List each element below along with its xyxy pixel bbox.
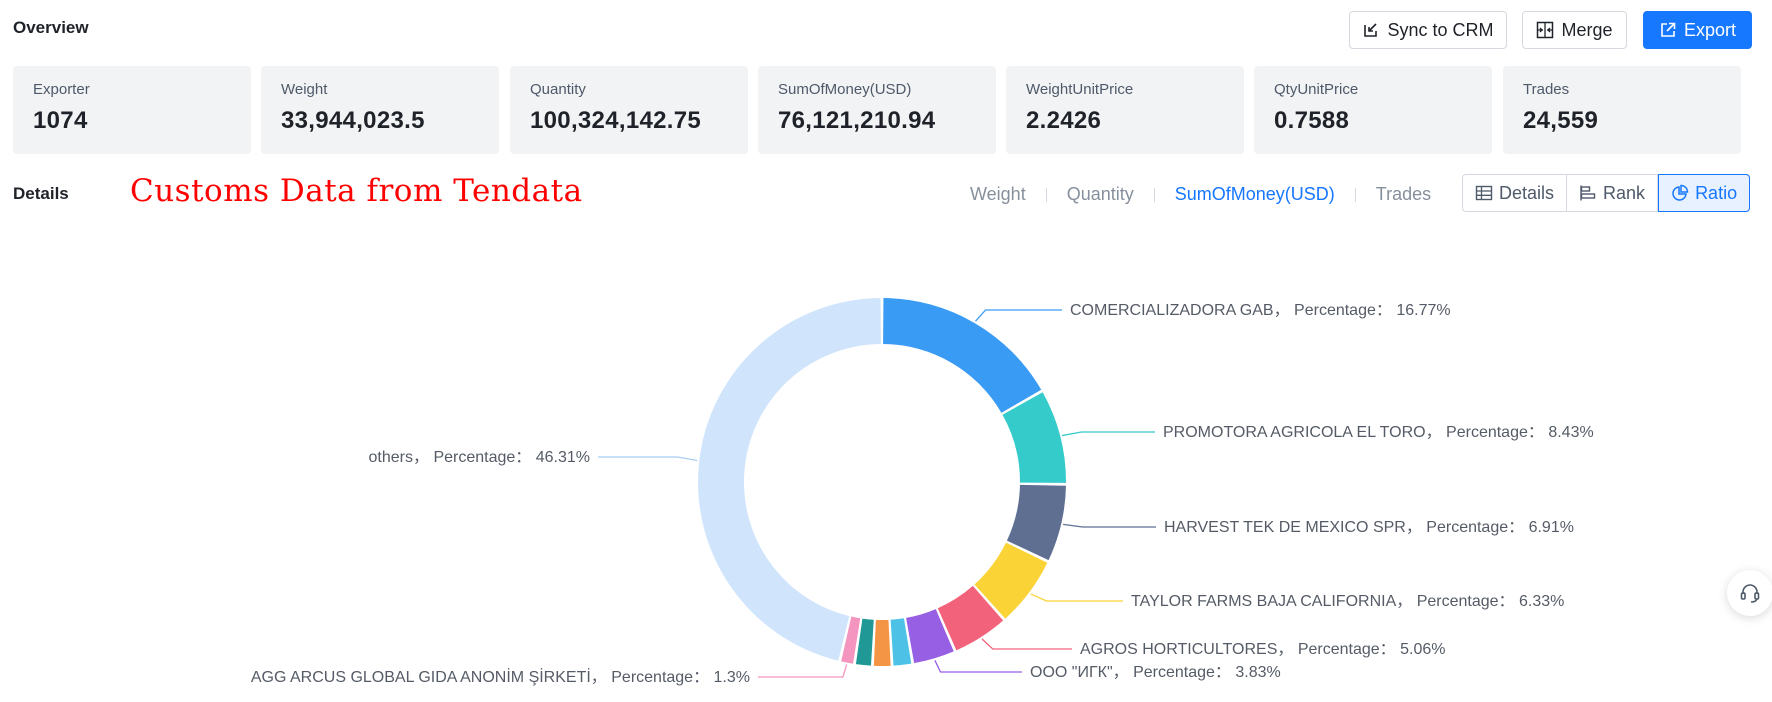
merge-label: Merge (1561, 19, 1613, 40)
label-leader-line (1061, 431, 1155, 437)
slice-label: TAYLOR FARMS BAJA CALIFORNIA， Percentage… (1131, 593, 1564, 610)
view-switcher: Details Rank Ratio (1462, 174, 1751, 212)
stat-value: 76,121,210.94 (778, 107, 936, 134)
view-rank-label: Rank (1603, 182, 1646, 203)
tab-divider (1153, 187, 1155, 202)
tab-sum-of-money[interactable]: SumOfMoney(USD) (1175, 184, 1335, 205)
stat-value: 2.2426 (1026, 107, 1102, 134)
tab-divider (1045, 187, 1047, 202)
stat-value: 33,944,023.5 (281, 107, 425, 134)
stat-card-weight: Weight 33,944,023.5 (261, 66, 499, 154)
sync-to-crm-button[interactable]: Sync to CRM (1349, 11, 1507, 49)
merge-button[interactable]: Merge (1522, 11, 1627, 49)
stat-card-sum-of-money: SumOfMoney(USD) 76,121,210.94 (758, 66, 996, 154)
slice-label: AGG ARCUS GLOBAL GIDA ANONİM ŞİRKETİ， Pe… (251, 667, 750, 686)
overview-header: Overview Sync to CRM Merge Export (0, 0, 1772, 60)
label-leader-line (1030, 593, 1123, 602)
label-leader-line (598, 456, 698, 462)
metric-tabs: Weight Quantity SumOfMoney(USD) Trades (970, 184, 1431, 205)
stat-value: 24,559 (1523, 107, 1599, 134)
export-icon (1661, 22, 1676, 37)
customer-support-button[interactable] (1727, 570, 1772, 616)
summary-cards: Exporter 1074 Weight 33,944,023.5 Quanti… (13, 66, 1762, 154)
details-toolbar: Details Customs Data from Tendata Weight… (0, 170, 1772, 216)
tab-trades[interactable]: Trades (1376, 184, 1431, 205)
donut-slice[interactable] (873, 619, 891, 666)
sync-to-crm-label: Sync to CRM (1387, 19, 1494, 40)
headset-icon (1740, 584, 1760, 603)
stat-label: Quantity (530, 81, 586, 98)
label-leader-line (934, 660, 1022, 673)
stat-card-quantity: Quantity 100,324,142.75 (510, 66, 748, 154)
label-leader-line (1063, 523, 1156, 528)
label-leader-line (981, 638, 1072, 650)
stat-value: 1074 (33, 107, 88, 134)
tab-weight[interactable]: Weight (970, 184, 1026, 205)
donut-slice[interactable] (883, 298, 1042, 413)
label-leader-line (758, 664, 848, 678)
tab-divider (1354, 187, 1356, 202)
tab-quantity[interactable]: Quantity (1067, 184, 1134, 205)
slice-label: ООО "ИГК"， Percentage： 3.83% (1030, 664, 1281, 681)
slice-label: AGROS HORTICULTORES， Percentage： 5.06% (1080, 641, 1445, 658)
stat-label: Trades (1523, 81, 1570, 98)
stat-card-weight-unit-price: WeightUnitPrice 2.2426 (1006, 66, 1244, 154)
view-rank-button[interactable]: Rank (1567, 175, 1659, 211)
view-ratio-label: Ratio (1695, 182, 1738, 203)
stat-card-qty-unit-price: QtyUnitPrice 0.7588 (1254, 66, 1492, 154)
export-label: Export (1683, 19, 1737, 40)
stat-card-exporter: Exporter 1074 (13, 66, 251, 154)
view-ratio-button[interactable]: Ratio (1658, 174, 1751, 212)
table-icon (1475, 185, 1493, 201)
sync-icon (1364, 23, 1378, 37)
view-details-button[interactable]: Details (1463, 175, 1568, 211)
stat-value: 0.7588 (1274, 107, 1350, 134)
view-details-label: Details (1499, 182, 1555, 203)
pie-chart-icon (1672, 184, 1689, 201)
page-title: Overview (13, 18, 89, 37)
watermark-text: Customs Data from Tendata (130, 173, 583, 209)
details-title: Details (13, 184, 69, 203)
slice-label: COMERCIALIZADORA GAB， Percentage： 16.77% (1070, 302, 1451, 319)
slice-label: HARVEST TEK DE MEXICO SPR， Percentage： 6… (1164, 519, 1574, 536)
rank-bars-icon (1580, 185, 1596, 201)
export-button[interactable]: Export (1643, 11, 1752, 49)
stat-label: WeightUnitPrice (1026, 81, 1134, 98)
label-leader-line (975, 309, 1062, 322)
stat-value: 100,324,142.75 (530, 107, 702, 134)
stat-label: SumOfMoney(USD) (778, 81, 912, 98)
stat-label: QtyUnitPrice (1274, 81, 1359, 98)
slice-label: PROMOTORA AGRICOLA EL TORO， Percentage： … (1163, 424, 1594, 441)
merge-icon (1537, 21, 1554, 39)
stat-card-trades: Trades 24,559 (1503, 66, 1741, 154)
ratio-donut-chart: COMERCIALIZADORA GAB， Percentage： 16.77%… (251, 298, 1594, 686)
stat-label: Weight (281, 81, 328, 98)
slice-label: others， Percentage： 46.31% (369, 449, 590, 466)
stat-label: Exporter (33, 81, 90, 98)
donut-slice[interactable] (698, 298, 881, 661)
